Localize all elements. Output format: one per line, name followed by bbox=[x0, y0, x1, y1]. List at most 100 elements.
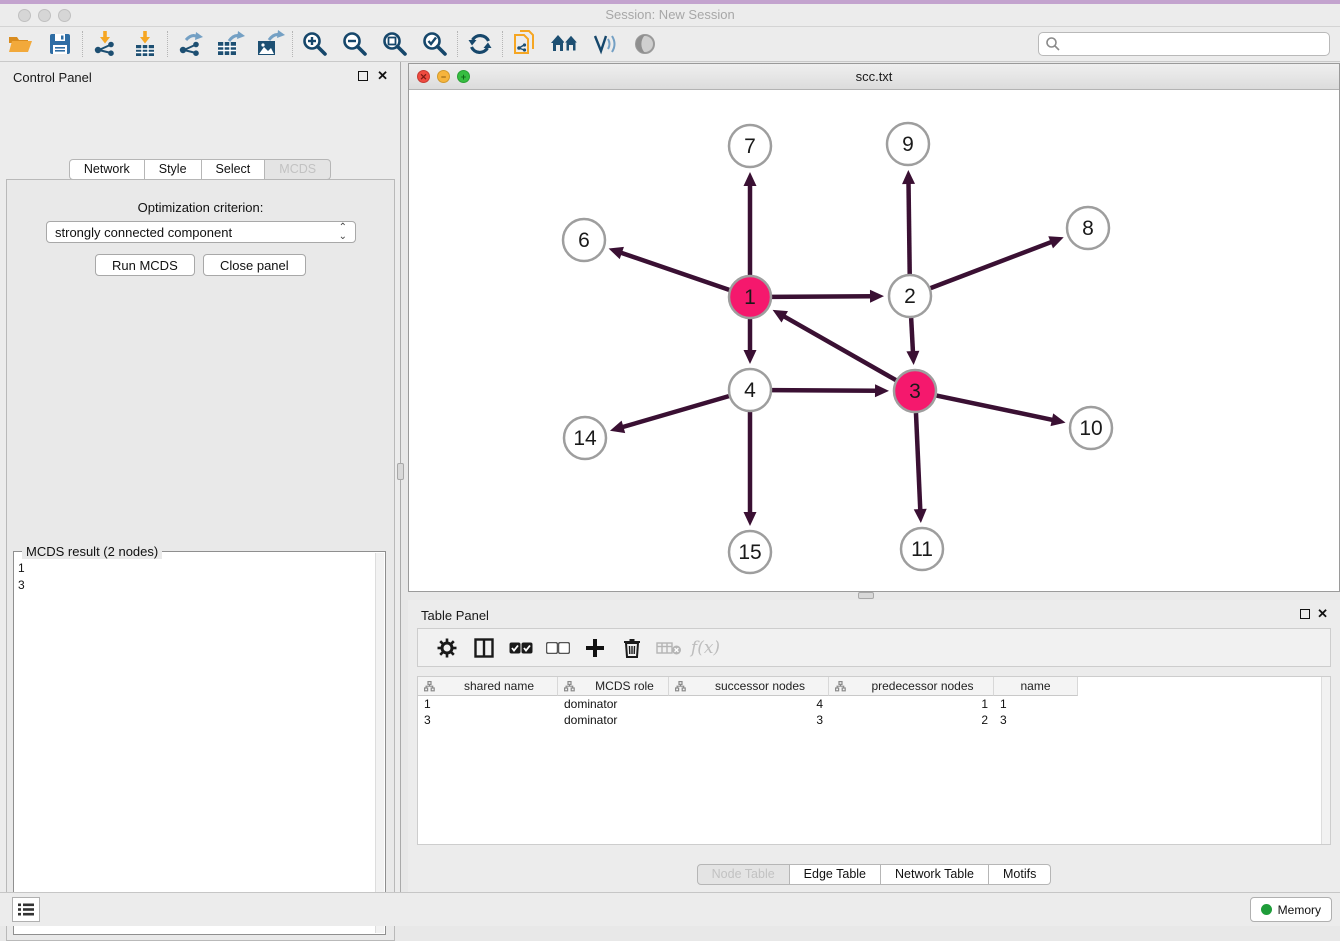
new-network-file-icon[interactable] bbox=[505, 29, 545, 59]
task-history-button[interactable] bbox=[12, 897, 40, 922]
window-title: Session: New Session bbox=[0, 7, 1340, 22]
graph-edge-arrowhead bbox=[914, 509, 927, 523]
node-table[interactable]: shared name MCDS role successor nodes pr… bbox=[417, 676, 1331, 845]
cell-successor-nodes: 4 bbox=[669, 696, 829, 712]
close-panel-icon[interactable]: ✕ bbox=[377, 68, 388, 84]
graph-edge-2-3[interactable] bbox=[911, 318, 913, 353]
network-window-titlebar[interactable]: ✕ − + scc.txt bbox=[409, 64, 1339, 90]
zoom-in-icon[interactable] bbox=[295, 29, 335, 59]
mcds-result-item: 3 bbox=[18, 577, 25, 594]
export-image-icon[interactable] bbox=[250, 29, 290, 59]
cell-mcds-role: dominator bbox=[558, 712, 669, 728]
import-table-icon[interactable] bbox=[125, 29, 165, 59]
splitter-grip-vertical[interactable] bbox=[397, 463, 404, 480]
network-view-window: ✕ − + scc.txt 7968124314101511 bbox=[408, 63, 1340, 592]
graph-edge-3-10[interactable] bbox=[937, 396, 1054, 421]
result-scrollbar[interactable] bbox=[375, 553, 384, 933]
attribute-tree-icon bbox=[835, 681, 846, 692]
table-toolbar: f(x) bbox=[417, 628, 1331, 667]
home-layout-icon[interactable] bbox=[545, 29, 585, 59]
toolbar-separator bbox=[167, 31, 168, 57]
graph-node-label: 1 bbox=[744, 286, 756, 309]
tab-select[interactable]: Select bbox=[202, 159, 266, 180]
tab-network-table[interactable]: Network Table bbox=[881, 864, 989, 885]
select-all-icon[interactable] bbox=[502, 633, 539, 663]
column-header-name[interactable]: name bbox=[994, 677, 1078, 696]
attribute-tree-icon bbox=[675, 681, 686, 692]
zoom-fit-icon[interactable] bbox=[375, 29, 415, 59]
graph-node-label: 11 bbox=[911, 538, 933, 561]
close-panel-button[interactable]: Close panel bbox=[203, 254, 306, 276]
graph-node-label: 7 bbox=[744, 135, 756, 158]
toolbar-separator bbox=[292, 31, 293, 57]
export-table-icon[interactable] bbox=[210, 29, 250, 59]
delete-row-icon[interactable] bbox=[613, 633, 650, 663]
list-icon bbox=[17, 902, 35, 917]
deselect-all-icon[interactable] bbox=[539, 633, 576, 663]
graph-edge-arrowhead bbox=[875, 384, 889, 397]
float-panel-icon[interactable] bbox=[1300, 609, 1310, 619]
network-canvas[interactable]: 7968124314101511 bbox=[409, 90, 1339, 591]
tab-motifs[interactable]: Motifs bbox=[989, 864, 1051, 885]
splitter-grip-horizontal[interactable] bbox=[858, 592, 874, 599]
column-selector-icon[interactable] bbox=[465, 633, 502, 663]
graph-node-label: 10 bbox=[1079, 417, 1102, 440]
table-scrollbar[interactable] bbox=[1321, 677, 1330, 844]
tab-edge-table[interactable]: Edge Table bbox=[790, 864, 881, 885]
graph-edge-arrowhead bbox=[1051, 413, 1066, 426]
tab-node-table[interactable]: Node Table bbox=[697, 864, 790, 885]
graph-edge-4-14[interactable] bbox=[621, 396, 728, 427]
table-row[interactable]: 1 dominator 4 1 1 bbox=[418, 696, 1330, 712]
zoom-selected-icon[interactable] bbox=[415, 29, 455, 59]
criterion-select[interactable]: strongly connected component ⌃⌄ bbox=[46, 221, 356, 243]
memory-button[interactable]: Memory bbox=[1250, 897, 1332, 922]
graph-edge-arrowhead bbox=[744, 350, 757, 364]
graph-node-label: 3 bbox=[909, 380, 921, 403]
refresh-icon[interactable] bbox=[460, 29, 500, 59]
birds-eye-view-icon[interactable] bbox=[625, 29, 665, 59]
settings-gear-icon[interactable] bbox=[428, 633, 465, 663]
save-session-icon[interactable] bbox=[40, 29, 80, 59]
table-row[interactable]: 3 dominator 3 2 3 bbox=[418, 712, 1330, 728]
toolbar-separator bbox=[502, 31, 503, 57]
cell-name: 3 bbox=[994, 712, 1078, 728]
column-header-shared-name[interactable]: shared name bbox=[418, 677, 558, 696]
search-input[interactable] bbox=[1061, 35, 1329, 53]
cell-predecessor-nodes: 2 bbox=[829, 712, 994, 728]
table-header-row: shared name MCDS role successor nodes pr… bbox=[418, 677, 1330, 696]
graph-edge-2-9[interactable] bbox=[909, 182, 910, 274]
run-mcds-button[interactable]: Run MCDS bbox=[95, 254, 195, 276]
import-network-icon[interactable] bbox=[85, 29, 125, 59]
graph-edge-2-8[interactable] bbox=[931, 242, 1053, 289]
export-network-icon[interactable] bbox=[170, 29, 210, 59]
column-header-predecessor-nodes[interactable]: predecessor nodes bbox=[829, 677, 994, 696]
close-panel-icon[interactable]: ✕ bbox=[1317, 606, 1328, 622]
memory-status-icon bbox=[1261, 904, 1272, 915]
optimization-criterion-label: Optimization criterion: bbox=[7, 200, 394, 215]
cell-mcds-role: dominator bbox=[558, 696, 669, 712]
tab-network[interactable]: Network bbox=[69, 159, 145, 180]
graph-edge-3-1[interactable] bbox=[783, 316, 896, 380]
control-panel-tabs: Network Style Select MCDS bbox=[0, 159, 400, 180]
delete-table-icon[interactable] bbox=[650, 633, 687, 663]
mcds-result-list: 1 3 bbox=[18, 560, 25, 594]
global-search-field[interactable] bbox=[1038, 32, 1330, 56]
column-header-mcds-role[interactable]: MCDS role bbox=[558, 677, 669, 696]
function-builder-icon[interactable]: f(x) bbox=[687, 633, 724, 663]
graph-edge-3-11[interactable] bbox=[916, 413, 920, 511]
status-bar: Memory bbox=[0, 892, 1340, 926]
zoom-out-icon[interactable] bbox=[335, 29, 375, 59]
graph-edge-1-6[interactable] bbox=[620, 252, 729, 290]
open-folder-icon[interactable] bbox=[0, 29, 40, 59]
float-panel-icon[interactable] bbox=[358, 71, 368, 81]
graph-edge-1-2[interactable] bbox=[772, 296, 872, 297]
graph-edge-4-3[interactable] bbox=[772, 390, 877, 391]
graph-edge-arrowhead bbox=[744, 512, 757, 526]
graph-edge-arrowhead bbox=[902, 170, 915, 184]
toolbar-separator bbox=[457, 31, 458, 57]
column-header-successor-nodes[interactable]: successor nodes bbox=[669, 677, 829, 696]
tab-style[interactable]: Style bbox=[145, 159, 202, 180]
show-graphics-details-icon[interactable] bbox=[585, 29, 625, 59]
add-row-icon[interactable] bbox=[576, 633, 613, 663]
tab-mcds[interactable]: MCDS bbox=[265, 159, 331, 180]
